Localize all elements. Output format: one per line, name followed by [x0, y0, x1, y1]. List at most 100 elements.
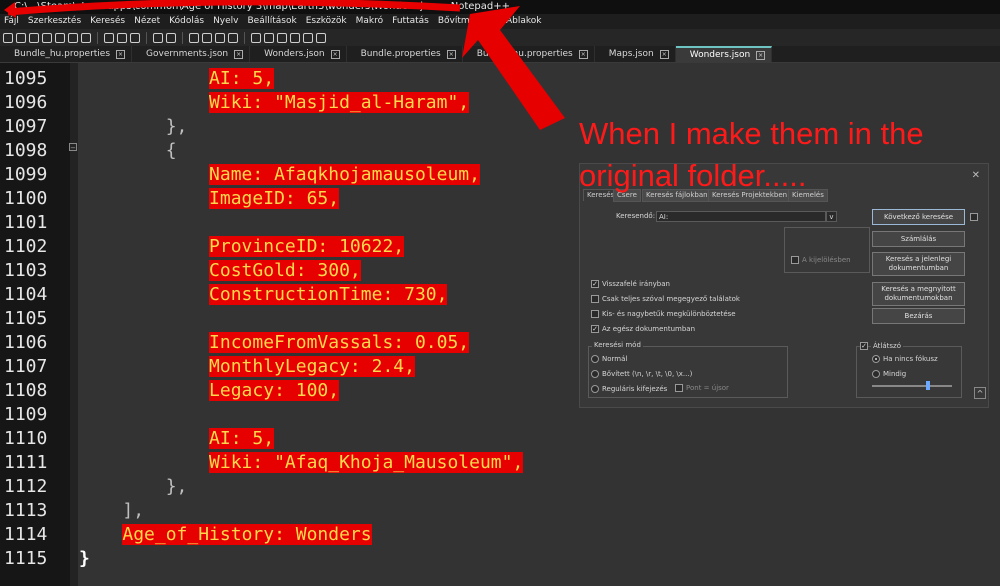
save-icon[interactable] — [29, 32, 39, 43]
file-tab[interactable]: Wonders.json × — [250, 46, 347, 62]
code-text: }, — [165, 116, 188, 137]
chevron-up-icon[interactable]: ^ — [974, 387, 986, 399]
transparency-slider[interactable] — [872, 385, 952, 387]
paste-icon[interactable] — [130, 32, 140, 43]
toolbar-separator — [182, 31, 183, 44]
menu-item[interactable]: Szerkesztés — [28, 14, 81, 29]
code-line: } — [79, 547, 90, 571]
option-checkbox[interactable]: ✓ — [591, 280, 599, 288]
close-button[interactable]: Bezárás — [872, 308, 965, 324]
word-wrap-icon[interactable] — [264, 32, 274, 43]
menu-item[interactable]: Keresés — [90, 14, 125, 29]
file-tab[interactable]: Bundle.properties × — [347, 46, 463, 62]
menu-item[interactable]: Beállítások — [248, 14, 297, 29]
menu-item[interactable]: Kódolás — [169, 14, 204, 29]
menu-item[interactable]: Futtatás — [392, 14, 429, 29]
menu-item[interactable]: Fájl — [4, 14, 19, 29]
menu-item[interactable]: Bővítmények — [438, 14, 497, 29]
option-label: Csak teljes szóval megegyező találatok — [602, 295, 740, 303]
code-line: Name: Afaqkhojamausoleum, — [79, 163, 480, 187]
replace-icon[interactable] — [202, 32, 212, 43]
in-selection-checkbox[interactable] — [791, 256, 799, 264]
dot-newline-checkbox[interactable] — [675, 384, 683, 392]
search-mode-label: Normál — [602, 355, 628, 363]
find-icon[interactable] — [189, 32, 199, 43]
tab-close-icon[interactable]: × — [330, 49, 340, 59]
zoom-in-icon[interactable] — [215, 32, 225, 43]
count-button[interactable]: Számlálás — [872, 231, 965, 247]
file-tab[interactable]: Wonders.json × — [675, 46, 773, 62]
redo-icon[interactable] — [166, 32, 176, 43]
menu-item[interactable]: Eszközök — [306, 14, 347, 29]
code-line: { — [79, 139, 177, 163]
search-mode-radio[interactable] — [591, 355, 599, 363]
close-icon[interactable] — [55, 32, 65, 43]
fold-toggle-icon[interactable]: − — [69, 143, 77, 152]
transparency-checkbox[interactable]: ✓ — [860, 342, 868, 350]
cut-icon[interactable] — [104, 32, 114, 43]
code-text: { — [165, 140, 177, 161]
file-tab[interactable]: Maps.json × — [595, 46, 676, 62]
code-line: }, — [79, 115, 188, 139]
tab-close-icon[interactable]: × — [756, 50, 766, 60]
file-tab[interactable]: Bundle_hu.properties × — [0, 46, 133, 62]
tab-close-icon[interactable]: × — [116, 49, 126, 59]
transparency-slider-handle[interactable] — [926, 381, 930, 390]
transparency-radio[interactable] — [872, 370, 880, 378]
toolbar-separator — [146, 31, 147, 44]
code-text: CostGold: 300, — [209, 260, 361, 281]
menu-item[interactable]: Makró — [356, 14, 384, 29]
line-number: 1096 — [4, 92, 48, 113]
search-mode-title: Keresési mód — [592, 341, 643, 349]
code-line: Wiki: "Masjid_al-Haram", — [79, 91, 470, 115]
zoom-out-icon[interactable] — [228, 32, 238, 43]
save-all-icon[interactable] — [42, 32, 52, 43]
option-checkbox[interactable] — [591, 310, 599, 318]
option-checkbox[interactable] — [591, 295, 599, 303]
print-icon[interactable] — [81, 32, 91, 43]
line-number: 1095 — [4, 68, 48, 89]
file-tab-label: Bundle_hu.properties — [14, 49, 111, 59]
find-all-current-button[interactable]: Keresés a jelenlegi dokumentumban — [872, 252, 965, 276]
line-number: 1111 — [4, 452, 48, 473]
file-tab[interactable]: Governments.json × — [132, 46, 251, 62]
tab-close-icon[interactable]: × — [578, 49, 588, 59]
find-next-option-checkbox[interactable] — [970, 213, 978, 221]
search-mode-radio[interactable] — [591, 370, 599, 378]
tab-close-icon[interactable]: × — [234, 49, 244, 59]
indent-guide-icon[interactable] — [290, 32, 300, 43]
search-input[interactable]: AI: — [656, 211, 826, 222]
search-mode-radio[interactable] — [591, 385, 599, 393]
find-next-button[interactable]: Következő keresése — [872, 209, 965, 225]
macro-record-icon[interactable] — [303, 32, 313, 43]
menu-item[interactable]: Nyelv — [213, 14, 238, 29]
in-selection-label: A kijelölésben — [802, 256, 851, 264]
dot-newline-label: Pont = újsor — [686, 384, 729, 392]
open-file-icon[interactable] — [16, 32, 26, 43]
code-text: AI: 5, — [209, 68, 275, 89]
macro-play-icon[interactable] — [316, 32, 326, 43]
new-file-icon[interactable] — [3, 32, 13, 43]
show-all-chars-icon[interactable] — [277, 32, 287, 43]
find-all-open-button[interactable]: Keresés a megnyitott dokumentumokban — [872, 282, 965, 306]
copy-icon[interactable] — [117, 32, 127, 43]
tab-close-icon[interactable]: × — [446, 49, 456, 59]
file-tab[interactable]: Bundle_hu.properties × — [463, 46, 595, 62]
line-number: 1109 — [4, 404, 48, 425]
option-checkbox[interactable]: ✓ — [591, 325, 599, 333]
sync-scroll-icon[interactable] — [251, 32, 261, 43]
toolbar-separator — [97, 31, 98, 44]
tab-close-icon[interactable]: × — [659, 49, 669, 59]
transparency-radio[interactable] — [872, 355, 880, 363]
close-all-icon[interactable] — [68, 32, 78, 43]
menu-item[interactable]: Nézet — [134, 14, 160, 29]
search-mode-label: Reguláris kifejezés — [602, 385, 668, 393]
menu-item[interactable]: Ablakok — [506, 14, 542, 29]
undo-icon[interactable] — [153, 32, 163, 43]
line-number: 1108 — [4, 380, 48, 401]
chevron-down-icon[interactable]: v — [826, 211, 837, 222]
line-number: 1112 — [4, 476, 48, 497]
